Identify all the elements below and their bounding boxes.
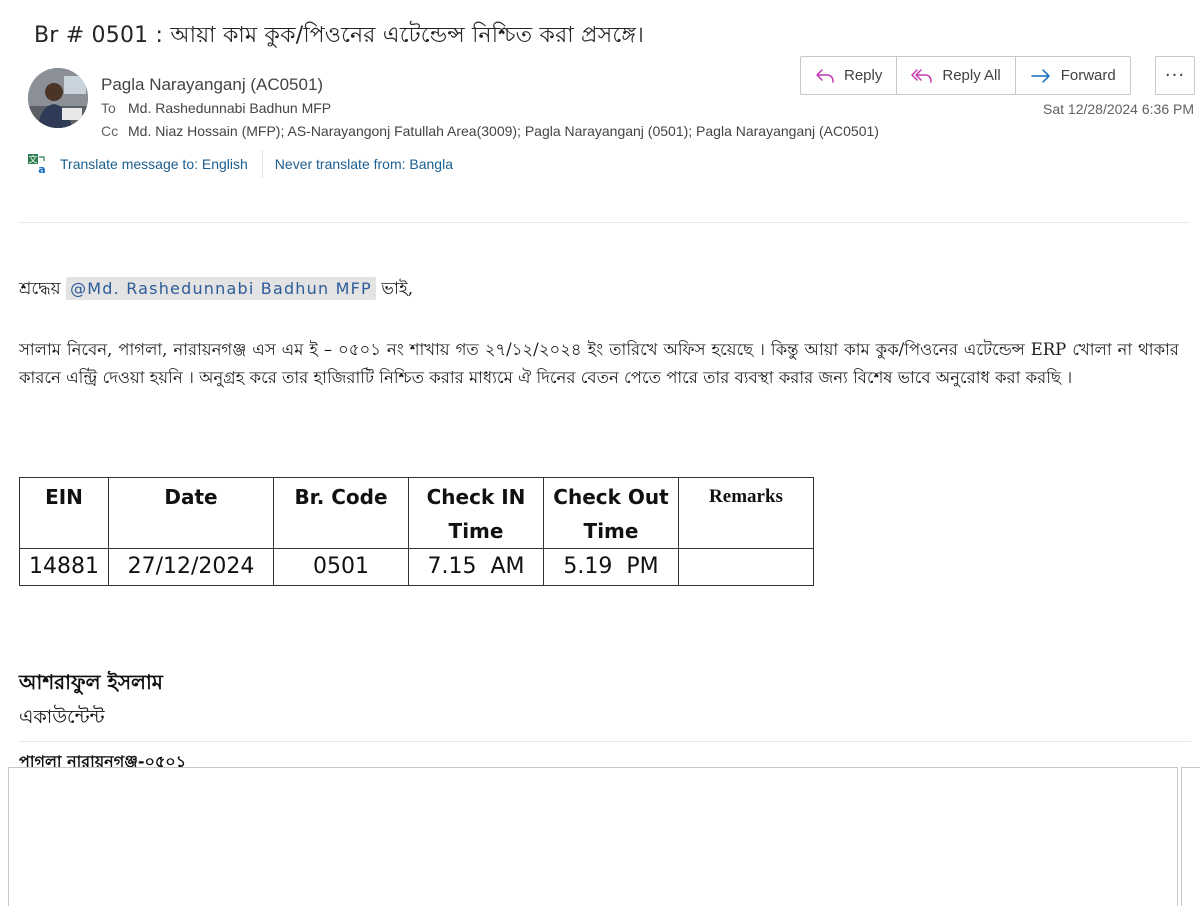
cell-check-out: 5.19 PM xyxy=(543,548,679,586)
salutation-prefix: শ্রদ্ধেয় xyxy=(19,279,61,299)
translate-message-link[interactable]: Translate message to: English xyxy=(60,156,248,172)
message-paragraph: সালাম নিবেন, পাগলা, নারায়নগঞ্জ এস এম ই … xyxy=(19,340,1179,387)
svg-text:a: a xyxy=(38,163,45,175)
header-check-out: Check Out Time xyxy=(543,477,679,549)
svg-text:文: 文 xyxy=(28,154,37,166)
signature-branch: পাগলা নারায়নগঞ্জ-০৫০১ xyxy=(19,752,187,768)
cell-br-code: 0501 xyxy=(273,548,409,586)
cell-remarks xyxy=(678,548,814,586)
forward-icon xyxy=(1030,68,1050,83)
table-header-row: EIN Date Br. Code Check IN Time Check Ou… xyxy=(19,477,814,549)
cc-recipients[interactable]: Md. Niaz Hossain (MFP); AS-Narayangonj F… xyxy=(128,123,879,139)
translate-bar: 文 a Translate message to: English Never … xyxy=(27,150,453,178)
reply-icon xyxy=(816,68,834,83)
sent-date: Sat 12/28/2024 6:36 PM xyxy=(1043,101,1194,117)
table-row: 14881 27/12/2024 0501 7.15 AM 5.19 PM xyxy=(19,548,814,586)
never-translate-link[interactable]: Never translate from: Bangla xyxy=(275,156,453,172)
translate-separator xyxy=(261,150,263,178)
to-line: To Md. Rashedunnabi Badhun MFP xyxy=(101,100,331,116)
signature-title: একাউন্টেন্ট xyxy=(19,706,105,728)
header-divider xyxy=(19,222,1189,223)
forward-button[interactable]: Forward xyxy=(1016,57,1130,94)
mention-recipient[interactable]: @Md. Rashedunnabi Badhun MFP xyxy=(66,277,376,300)
reply-compose-area[interactable] xyxy=(8,767,1178,906)
cell-check-in: 7.15 AM xyxy=(408,548,544,586)
reply-all-button[interactable]: Reply All xyxy=(897,57,1016,94)
more-icon: ··· xyxy=(1164,65,1186,86)
translate-icon: 文 a xyxy=(28,154,46,175)
header-ein: EIN xyxy=(19,477,109,549)
cc-line: Cc Md. Niaz Hossain (MFP); AS-Narayangonj… xyxy=(101,123,879,139)
header-remarks: Remarks xyxy=(678,477,814,549)
attendance-table: EIN Date Br. Code Check IN Time Check Ou… xyxy=(19,477,814,586)
signature-name: আশরাফুল ইসলাম xyxy=(19,670,163,694)
sender-avatar[interactable] xyxy=(28,68,88,128)
forward-label: Forward xyxy=(1060,67,1116,84)
reply-label: Reply xyxy=(844,67,883,84)
compose-side-panel xyxy=(1181,767,1200,906)
header-br-code: Br. Code xyxy=(273,477,409,549)
to-label: To xyxy=(101,100,116,116)
message-actions: Reply Reply All Forward xyxy=(800,56,1131,95)
header-check-in: Check IN Time xyxy=(408,477,544,549)
signature-divider xyxy=(19,741,1191,742)
to-recipient[interactable]: Md. Rashedunnabi Badhun MFP xyxy=(128,100,331,116)
email-subject: Br # 0501 : আয়া কাম কুক/পিওনের এটেন্ডেন… xyxy=(34,23,645,48)
cc-label: Cc xyxy=(101,123,119,139)
reply-all-label: Reply All xyxy=(942,67,1001,84)
header-date: Date xyxy=(108,477,274,549)
cell-date: 27/12/2024 xyxy=(108,548,274,586)
sender-name[interactable]: Pagla Narayanganj (AC0501) xyxy=(101,75,323,95)
avatar-photo-icon xyxy=(28,68,88,128)
reply-all-icon xyxy=(911,68,933,83)
salutation-suffix: ভাই, xyxy=(381,279,414,299)
reply-button[interactable]: Reply xyxy=(801,57,898,94)
cell-ein: 14881 xyxy=(19,548,109,586)
more-actions-button[interactable]: ··· xyxy=(1155,56,1195,95)
salutation: শ্রদ্ধেয় @Md. Rashedunnabi Badhun MFP ভ… xyxy=(19,276,413,304)
